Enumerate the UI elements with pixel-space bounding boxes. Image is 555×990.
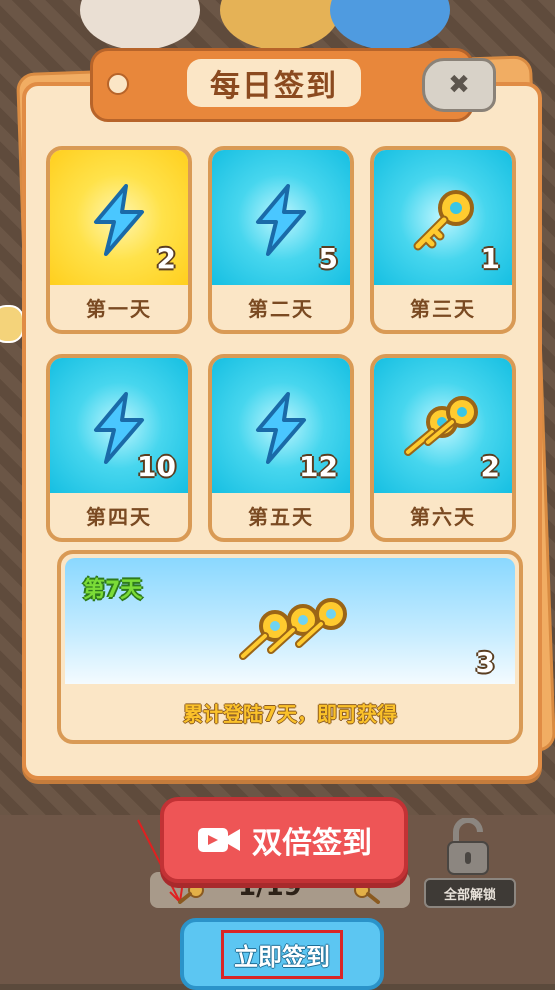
signin-now-label: 立即签到 — [221, 929, 343, 979]
panel-title: 每日签到 — [187, 59, 361, 107]
day-card-7[interactable]: 第7天 3 累计登陆7天，即可获得 — [57, 550, 523, 744]
key-decoration-icon — [354, 882, 380, 904]
day-label: 第二天 — [248, 297, 314, 321]
lightning-energy-icon — [94, 184, 144, 256]
cat-orange — [220, 0, 340, 50]
reward-count: 1 — [480, 242, 500, 275]
day-card-3[interactable]: 1 第三天 — [370, 146, 516, 334]
day-label: 第一天 — [86, 297, 152, 321]
close-button[interactable]: ✖ — [422, 58, 496, 112]
title-bar: 每日签到 — [90, 48, 474, 122]
lightning-energy-icon — [256, 184, 306, 256]
double-signin-button[interactable]: 双倍签到 — [160, 797, 408, 883]
card-art: 第7天 3 — [65, 558, 515, 684]
golden-key-icon — [413, 190, 474, 251]
title-dot-icon — [107, 73, 129, 95]
golden-keys-bundle-icon — [239, 598, 347, 660]
day-card-2[interactable]: 5 第二天 — [208, 146, 354, 334]
golden-keys-icon — [404, 396, 478, 456]
reward-count: 12 — [299, 450, 338, 483]
day-label: 第四天 — [86, 505, 152, 529]
cat-white — [80, 0, 200, 50]
day-card-4[interactable]: 10 第四天 — [46, 354, 192, 542]
day-label: 第六天 — [410, 505, 476, 529]
reward-count: 10 — [137, 450, 176, 483]
signin-now-button[interactable]: 立即签到 — [180, 918, 384, 990]
video-camera-icon — [198, 828, 240, 852]
unlocked-padlock-icon — [447, 818, 489, 875]
unlock-all-button[interactable]: 全部解锁 — [424, 818, 516, 908]
reward-count: 2 — [156, 242, 176, 275]
day-card-1[interactable]: 2 第一天 — [46, 146, 192, 334]
reward-count: 2 — [480, 450, 500, 483]
day-label: 第五天 — [248, 505, 314, 529]
key-decoration-icon — [178, 882, 204, 904]
day-label: 第三天 — [410, 297, 476, 321]
close-x-icon: ✖ — [448, 70, 470, 100]
day-card-5[interactable]: 12 第五天 — [208, 354, 354, 542]
reward-count: 3 — [475, 646, 495, 679]
double-signin-label: 双倍签到 — [252, 826, 372, 861]
day-card-6[interactable]: 2 第六天 — [370, 354, 516, 542]
cat-blue — [330, 0, 450, 50]
unlock-all-label: 全部解锁 — [424, 878, 516, 908]
reward-count: 5 — [318, 242, 338, 275]
side-badge-icon[interactable] — [0, 305, 24, 343]
day7-label: 第7天 — [83, 578, 143, 603]
day7-caption: 累计登陆7天，即可获得 — [183, 701, 397, 726]
